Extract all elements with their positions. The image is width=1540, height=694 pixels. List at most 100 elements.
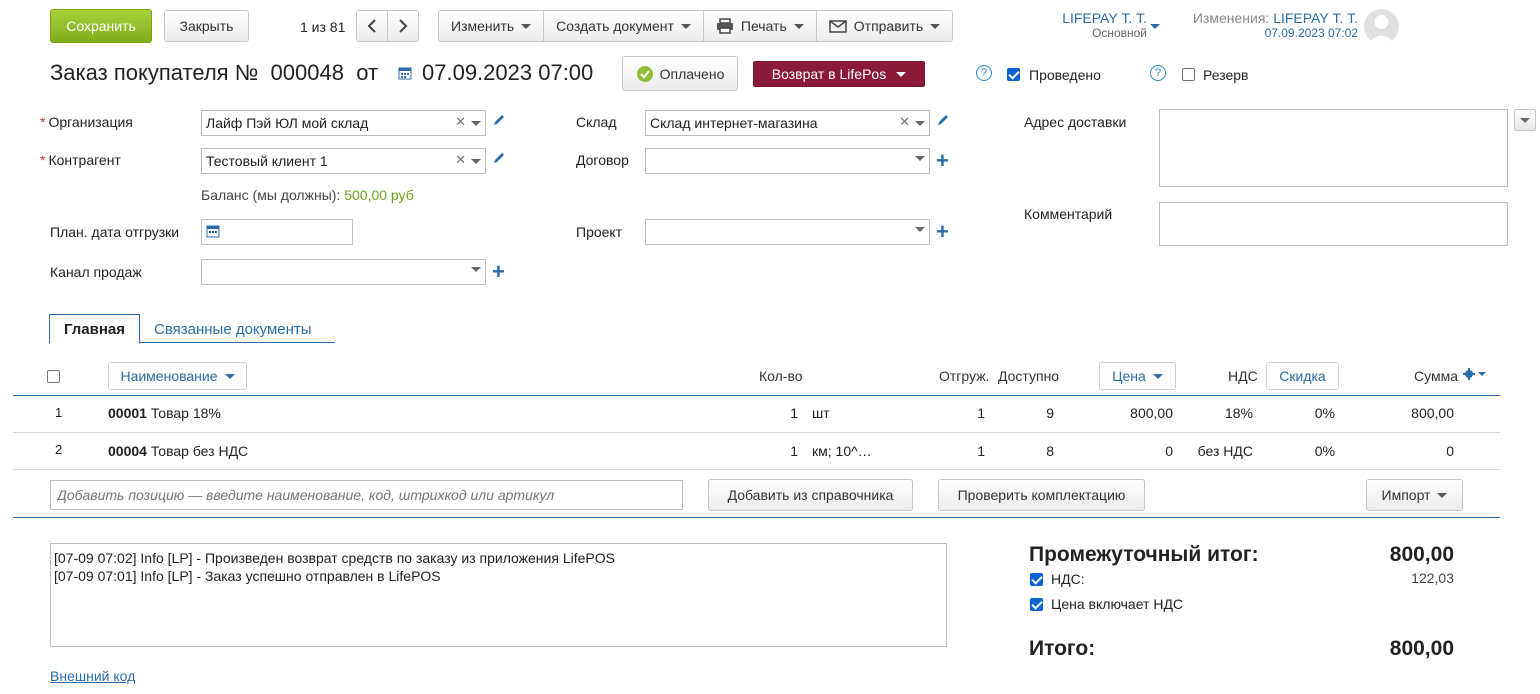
contract-field[interactable] — [645, 148, 930, 174]
user-menu-caret-icon[interactable] — [1150, 24, 1160, 29]
balance-info: Баланс (мы должны): 500,00 руб — [201, 187, 414, 203]
gear-icon[interactable] — [1463, 368, 1486, 380]
order-datetime[interactable]: 07.09.2023 07:00 — [422, 60, 593, 86]
clear-icon[interactable]: ✕ — [455, 115, 466, 128]
reserve-checkbox[interactable] — [1182, 68, 1195, 81]
action-toolbar: Изменить Создать документ Печать Отправи… — [438, 10, 954, 42]
event-log[interactable]: [07-09 07:02] Info [LP] - Произведен воз… — [50, 543, 947, 647]
add-contract-icon[interactable]: + — [936, 150, 949, 172]
warehouse-field[interactable]: Склад интернет-магазина ✕ — [645, 110, 930, 136]
clear-icon[interactable]: ✕ — [455, 153, 466, 166]
reserve-help-icon[interactable]: ? — [1150, 65, 1166, 81]
row-divider — [13, 469, 1500, 470]
sales-channel-label: Канал продаж — [50, 264, 142, 280]
ship-date-field[interactable] — [201, 219, 353, 245]
column-sum: Сумма — [1414, 368, 1458, 384]
price[interactable]: 0 — [1090, 443, 1173, 459]
dropdown-icon[interactable] — [471, 158, 481, 164]
reserve-label: Резерв — [1203, 67, 1249, 83]
user-menu[interactable]: LIFEPAY Т. Т. Основной — [1055, 10, 1147, 40]
column-name-sort-button[interactable]: Наименование — [108, 362, 247, 390]
discount[interactable]: 0% — [1280, 405, 1335, 421]
column-qty: Кол-во — [759, 368, 803, 384]
return-lifepos-button[interactable]: Возврат в LifePos — [753, 61, 925, 87]
printer-icon — [716, 18, 734, 34]
sales-channel-field[interactable] — [201, 259, 486, 285]
pager-count: 1 из 81 — [300, 19, 346, 35]
project-field[interactable] — [645, 219, 930, 245]
calendar-icon[interactable] — [398, 66, 412, 83]
pager-nav — [356, 10, 419, 42]
contract-label: Договор — [576, 152, 629, 168]
chevron-down-icon — [1520, 117, 1530, 123]
product-name[interactable]: 00004 Товар без НДС — [108, 443, 248, 459]
send-button[interactable]: Отправить — [817, 11, 952, 41]
add-from-catalog-button[interactable]: Добавить из справочника — [708, 479, 913, 511]
vat-checkbox[interactable] — [1030, 573, 1043, 586]
delivery-address-input[interactable] — [1159, 109, 1508, 187]
organization-field[interactable]: Лайф Пэй ЮЛ мой склад ✕ — [201, 110, 486, 136]
add-sales-channel-icon[interactable]: + — [492, 261, 505, 283]
address-expand-button[interactable] — [1514, 109, 1536, 131]
column-available: Доступно — [998, 368, 1060, 384]
vat-label: НДС: — [1051, 571, 1085, 587]
available: 8 — [1046, 443, 1054, 459]
vat[interactable]: без НДС — [1185, 443, 1253, 459]
print-button[interactable]: Печать — [704, 11, 817, 41]
edit-organization-icon[interactable] — [492, 113, 506, 130]
column-vat: НДС — [1228, 368, 1258, 384]
paid-status-button[interactable]: Оплачено — [622, 56, 738, 91]
row-number: 1 — [55, 405, 63, 420]
edit-contractor-icon[interactable] — [492, 151, 506, 168]
external-code-link[interactable]: Внешний код — [50, 668, 135, 684]
calendar-icon[interactable] — [206, 224, 220, 238]
edit-menu-button[interactable]: Изменить — [439, 11, 545, 41]
price-includes-vat-label: Цена включает НДС — [1051, 596, 1184, 612]
warehouse-label: Склад — [576, 114, 617, 130]
vat-value: 122,03 — [1411, 570, 1454, 586]
chevron-right-icon[interactable] — [388, 11, 418, 41]
add-position-input[interactable] — [50, 480, 683, 510]
available: 9 — [1046, 405, 1054, 421]
column-shipped: Отгруж. — [939, 368, 990, 384]
dropdown-icon[interactable] — [471, 267, 481, 272]
contractor-field[interactable]: Тестовый клиент 1 ✕ — [201, 148, 486, 174]
discount[interactable]: 0% — [1280, 443, 1335, 459]
column-discount-button[interactable]: Скидка — [1266, 362, 1339, 390]
envelope-icon — [829, 19, 847, 33]
dropdown-icon[interactable] — [471, 120, 481, 126]
vat[interactable]: 18% — [1185, 405, 1253, 421]
add-project-icon[interactable]: + — [936, 221, 949, 243]
project-label: Проект — [576, 224, 623, 240]
price-includes-vat-checkbox[interactable] — [1030, 598, 1043, 611]
unit: км; 10^… — [812, 443, 872, 459]
product-name[interactable]: 00001 Товар 18% — [108, 405, 221, 421]
clear-icon[interactable]: ✕ — [899, 115, 910, 128]
balance-value: 500,00 руб — [344, 187, 414, 203]
quantity[interactable]: 1 — [740, 443, 798, 459]
row-divider — [13, 432, 1500, 433]
column-price-sort-button[interactable]: Цена — [1099, 362, 1176, 390]
posted-checkbox[interactable] — [1007, 68, 1020, 81]
select-all-checkbox[interactable] — [47, 370, 60, 383]
comment-input[interactable] — [1159, 202, 1508, 246]
chevron-left-icon[interactable] — [357, 11, 388, 41]
create-document-button[interactable]: Создать документ — [544, 11, 704, 41]
tab-related-documents[interactable]: Связанные документы — [140, 314, 326, 344]
price[interactable]: 800,00 — [1090, 405, 1173, 421]
save-button[interactable]: Сохранить — [50, 9, 152, 43]
dropdown-icon[interactable] — [915, 156, 925, 161]
close-button[interactable]: Закрыть — [164, 10, 249, 42]
table-header-divider — [13, 395, 1500, 396]
posted-help-icon[interactable]: ? — [976, 65, 992, 81]
dropdown-icon[interactable] — [915, 120, 925, 126]
import-button[interactable]: Импорт — [1366, 479, 1463, 511]
table-footer-divider — [13, 517, 1500, 518]
check-bundle-button[interactable]: Проверить комплектацию — [938, 479, 1145, 511]
tab-main[interactable]: Главная — [49, 314, 141, 344]
contractor-label: * Контрагент — [40, 152, 121, 168]
quantity[interactable]: 1 — [740, 405, 798, 421]
edit-warehouse-icon[interactable] — [936, 113, 950, 130]
avatar[interactable] — [1364, 9, 1399, 44]
dropdown-icon[interactable] — [915, 227, 925, 232]
